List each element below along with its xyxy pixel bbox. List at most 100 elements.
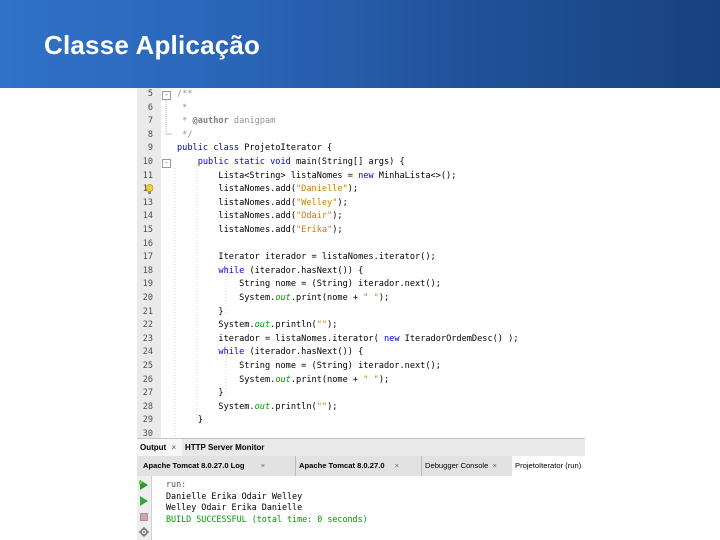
code-token: ); bbox=[332, 211, 343, 222]
code-token: main(String[] args) { bbox=[290, 157, 405, 167]
tab-http-server-monitor[interactable]: HTTP Server Monitor bbox=[182, 439, 285, 457]
fold-toggle-icon[interactable]: - bbox=[162, 91, 171, 100]
code-token: public class bbox=[177, 143, 240, 154]
code-text: listaNomes.add("Danielle"); bbox=[177, 183, 358, 197]
tab-output[interactable]: Output × bbox=[137, 439, 182, 457]
code-token: System. bbox=[177, 401, 255, 412]
close-icon[interactable]: × bbox=[261, 461, 265, 470]
code-token: .print(nome + bbox=[290, 374, 364, 385]
code-line: 23 iterador = listaNomes.iterator( new I… bbox=[137, 333, 585, 347]
code-text: } bbox=[177, 387, 223, 401]
code-line: 20 System.out.print(nome + " "); bbox=[137, 292, 585, 306]
code-token: .println( bbox=[270, 401, 317, 412]
line-number: 5 bbox=[147, 89, 153, 99]
code-token: "Welley" bbox=[296, 197, 338, 208]
code-text: while (iterador.hasNext()) { bbox=[177, 265, 363, 279]
code-text: iterador = listaNomes.iterator( new Iter… bbox=[177, 333, 519, 347]
tab-output-label: Output bbox=[140, 443, 167, 452]
code-token: listaNomes.add( bbox=[177, 225, 296, 235]
line-number: 7 bbox=[147, 116, 153, 127]
code-token: */ bbox=[177, 129, 193, 140]
line-number: 22 bbox=[142, 320, 153, 331]
settings-icon[interactable] bbox=[139, 527, 149, 537]
code-token: listaNomes.add( bbox=[177, 197, 296, 208]
code-token: System. bbox=[177, 293, 276, 303]
hint-lightbulb-icon[interactable] bbox=[145, 184, 154, 195]
slide-title: Classe Aplicação bbox=[44, 30, 261, 60]
output-window-tabs: Output × HTTP Server Monitor bbox=[137, 438, 585, 458]
code-token: ); bbox=[337, 197, 348, 208]
code-line: 14 listaNomes.add("Odair"); bbox=[137, 210, 585, 224]
code-token: danigpam bbox=[228, 116, 276, 127]
tab-run-label: ProjetoIterator (run) bbox=[515, 461, 582, 470]
slide-header: Classe Aplicação bbox=[0, 0, 720, 88]
tab-tomcat-log[interactable]: Apache Tomcat 8.0.27.0 Log × bbox=[137, 456, 296, 476]
line-number: 25 bbox=[142, 361, 153, 371]
code-token: ); bbox=[327, 401, 338, 412]
code-token: .print(nome + bbox=[290, 293, 364, 303]
code-line: 19 String nome = (String) iterador.next(… bbox=[137, 278, 585, 292]
code-text: Lista<String> listaNomes = new MinhaList… bbox=[177, 170, 456, 184]
output-line-build-status: BUILD SUCCESSFUL (total time: 0 seconds) bbox=[166, 513, 368, 524]
line-number: 6 bbox=[147, 102, 153, 113]
code-token: * bbox=[177, 102, 188, 113]
output-line: Welley Odair Erika Danielle bbox=[166, 502, 303, 512]
code-line: 8 */ bbox=[137, 129, 585, 143]
line-number: 18 bbox=[142, 265, 153, 276]
line-number: 16 bbox=[142, 238, 153, 249]
code-line: 18 while (iterador.hasNext()) { bbox=[137, 265, 585, 279]
code-line: 21 } bbox=[137, 306, 585, 320]
tab-projeto-iterator-run[interactable]: ProjetoIterator (run) bbox=[512, 456, 588, 476]
code-text: System.out.println(""); bbox=[177, 401, 337, 415]
code-token: " " bbox=[363, 293, 379, 303]
code-line: 11 Lista<String> listaNomes = new MinhaL… bbox=[137, 170, 585, 184]
tab-tomcat[interactable]: Apache Tomcat 8.0.27.0 × bbox=[295, 456, 422, 476]
code-token: Iterator iterador = listaNomes.iterator(… bbox=[177, 252, 436, 263]
code-line: 9 public class ProjetoIterator { bbox=[137, 142, 585, 156]
tab-debugger-console[interactable]: Debugger Console × bbox=[422, 456, 514, 476]
code-text: String nome = (String) iterador.next(); bbox=[177, 360, 441, 374]
fold-toggle-icon[interactable]: - bbox=[162, 159, 171, 168]
output-console[interactable]: run: Danielle Erika Odair Welley Welley … bbox=[137, 476, 585, 540]
code-line: 25 String nome = (String) iterador.next(… bbox=[137, 360, 585, 374]
stop-icon[interactable] bbox=[139, 512, 149, 522]
code-token: ); bbox=[378, 374, 390, 385]
code-text: listaNomes.add("Welley"); bbox=[177, 197, 348, 211]
code-line: 27 } bbox=[137, 387, 585, 401]
code-line: 29 } bbox=[137, 414, 585, 428]
tab-http-label: HTTP Server Monitor bbox=[185, 443, 265, 452]
code-text: String nome = (String) iterador.next(); bbox=[177, 278, 441, 292]
line-number: 17 bbox=[142, 252, 153, 263]
code-line: 15 listaNomes.add("Erika"); bbox=[137, 224, 585, 238]
code-line: 22 System.out.println(""); bbox=[137, 319, 585, 333]
close-icon[interactable]: × bbox=[492, 461, 496, 470]
code-token: /** bbox=[177, 89, 193, 99]
code-text: listaNomes.add("Odair"); bbox=[177, 210, 343, 224]
line-number: 14 bbox=[142, 211, 153, 222]
code-text: public class ProjetoIterator { bbox=[177, 142, 332, 156]
code-token: ); bbox=[378, 293, 390, 303]
tab-tomcat-label: Apache Tomcat 8.0.27.0 bbox=[299, 461, 385, 470]
line-number: 26 bbox=[142, 374, 153, 385]
run-icon[interactable] bbox=[139, 496, 149, 506]
code-text: } bbox=[177, 306, 223, 320]
line-number: 21 bbox=[142, 306, 153, 317]
code-token: System. bbox=[177, 320, 255, 331]
line-number: 15 bbox=[142, 225, 153, 235]
line-number: 24 bbox=[142, 347, 153, 358]
output-line: Danielle Erika Odair Welley bbox=[166, 490, 303, 501]
close-icon[interactable]: × bbox=[171, 443, 176, 452]
code-editor[interactable]: 5-/** 6 * 7 * @author danigpam 8 */9 public … bbox=[137, 88, 585, 439]
code-token: IteradorOrdemDesc() ); bbox=[399, 333, 519, 344]
code-token: listaNomes.add( bbox=[177, 184, 296, 195]
run-again-icon[interactable] bbox=[139, 480, 149, 490]
code-line: 28 System.out.println(""); bbox=[137, 401, 585, 415]
close-icon[interactable]: × bbox=[395, 461, 399, 470]
code-token: out bbox=[275, 293, 291, 303]
code-token: ); bbox=[347, 184, 359, 195]
tab-tomcat-log-label: Apache Tomcat 8.0.27.0 Log bbox=[143, 461, 245, 470]
code-token: "Odair" bbox=[296, 211, 333, 222]
code-text: public static void main(String[] args) { bbox=[177, 156, 405, 170]
code-token: ProjetoIterator { bbox=[239, 143, 333, 154]
code-token: out bbox=[254, 320, 271, 331]
